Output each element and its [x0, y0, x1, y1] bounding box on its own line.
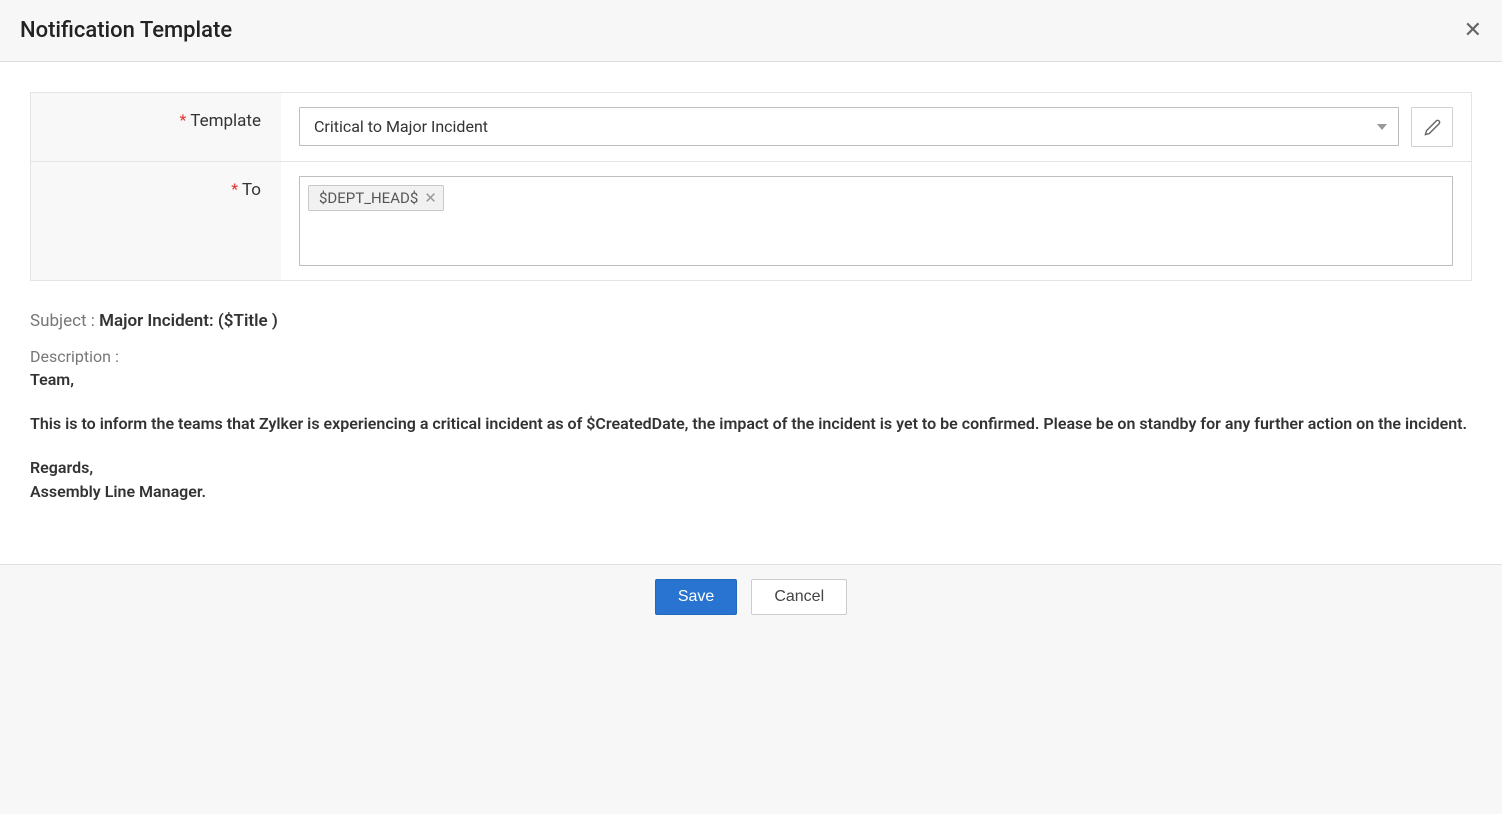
description-label: Description : — [30, 347, 1472, 366]
to-row: * To $DEPT_HEAD$ ✕ — [31, 162, 1471, 280]
template-select[interactable]: Critical to Major Incident — [299, 107, 1399, 146]
preview-section: Subject : Major Incident: ($Title ) Desc… — [0, 281, 1502, 564]
close-icon[interactable]: ✕ — [1464, 18, 1482, 43]
body-regards: Regards, — [30, 456, 1472, 480]
subject-value: Major Incident: ($Title ) — [99, 311, 278, 331]
edit-icon — [1424, 119, 1441, 136]
dialog-body: * Template Critical to Major Incident — [0, 62, 1502, 564]
body-main: This is to inform the teams that Zylker … — [30, 412, 1472, 436]
dialog-header: Notification Template ✕ — [0, 0, 1502, 62]
recipient-chip-label: $DEPT_HEAD$ — [319, 189, 418, 207]
remove-recipient-icon[interactable]: ✕ — [424, 191, 437, 206]
required-marker: * — [180, 111, 187, 129]
dialog-footer: Save Cancel — [0, 564, 1502, 621]
cancel-button[interactable]: Cancel — [751, 579, 847, 615]
edit-template-button[interactable] — [1411, 107, 1453, 147]
template-row: * Template Critical to Major Incident — [31, 93, 1471, 162]
required-marker: * — [231, 180, 238, 198]
subject-line: Subject : Major Incident: ($Title ) — [30, 311, 1472, 331]
description-body: Team, This is to inform the teams that Z… — [30, 368, 1472, 504]
recipient-chip: $DEPT_HEAD$ ✕ — [308, 185, 444, 211]
body-signature-block: Regards, Assembly Line Manager. — [30, 456, 1472, 504]
dialog-title: Notification Template — [20, 18, 232, 43]
save-button[interactable]: Save — [655, 579, 737, 615]
subject-label: Subject : — [30, 311, 95, 331]
body-signature: Assembly Line Manager. — [30, 480, 1472, 504]
template-label: Template — [190, 111, 261, 131]
to-label: To — [242, 180, 261, 200]
body-greeting: Team, — [30, 368, 1472, 392]
template-select-value: Critical to Major Incident — [299, 107, 1399, 146]
to-input[interactable]: $DEPT_HEAD$ ✕ — [299, 176, 1453, 266]
